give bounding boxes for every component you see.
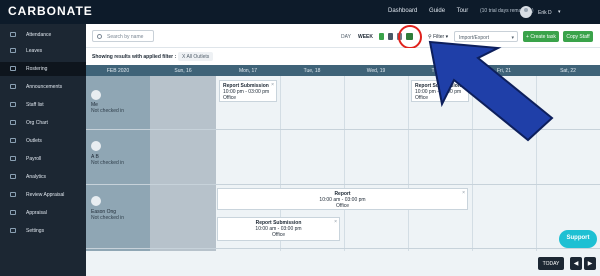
- day-column: [472, 76, 473, 251]
- next-week-button[interactable]: ▶: [584, 257, 596, 270]
- sidebar-item-settings[interactable]: Settings: [0, 224, 86, 238]
- star-icon: [10, 192, 16, 197]
- sidebar-item-outlets[interactable]: Outlets: [0, 134, 86, 148]
- gear-icon: [10, 228, 16, 233]
- shift-card[interactable]: × Report Submission 10:00 pm - 03:00 pm …: [219, 80, 277, 102]
- money-icon: [10, 156, 16, 161]
- filter-chip-all-outlets[interactable]: X All Outlets: [178, 52, 214, 61]
- calendar-header: FEB 2020 Sun, 16 Mon, 17 Tue, 18 Wed, 19…: [86, 65, 600, 76]
- sidebar-item-payroll[interactable]: Payroll: [0, 152, 86, 166]
- day-header: Thu, 20: [431, 68, 449, 74]
- day-view-button[interactable]: DAY: [341, 34, 351, 40]
- copy-staff-button[interactable]: Copy Staff: [563, 31, 593, 42]
- sidebar-item-attendance[interactable]: Attendance: [0, 28, 86, 42]
- day-column: [536, 76, 537, 251]
- chevron-down-icon[interactable]: ▾: [558, 9, 561, 15]
- row-divider: [86, 129, 600, 130]
- close-icon[interactable]: ×: [462, 190, 465, 196]
- row-divider: [86, 248, 600, 249]
- close-icon[interactable]: ×: [271, 82, 274, 88]
- sidebar-item-review-appraisal[interactable]: Review Appraisal: [0, 188, 86, 202]
- prev-week-button[interactable]: ◀: [570, 257, 582, 270]
- chart-icon: [10, 174, 16, 179]
- search-icon: [97, 34, 102, 39]
- day-header: Tue, 18: [303, 68, 321, 74]
- sidebar-item-leaves[interactable]: Leaves: [0, 44, 86, 58]
- user-avatar[interactable]: [520, 6, 532, 18]
- row-divider: [86, 184, 600, 185]
- day-header: Wed, 19: [366, 68, 386, 74]
- avatar: [91, 90, 101, 100]
- month-label: FEB 2020: [106, 68, 130, 74]
- day-header: Sat, 22: [560, 68, 576, 74]
- shift-card[interactable]: × Report Submission 10:00 am - 03:00 pm …: [217, 217, 340, 241]
- clipboard-icon: [10, 210, 16, 215]
- avatar: [91, 141, 101, 151]
- day-column: [344, 76, 345, 251]
- support-button[interactable]: Support: [559, 230, 597, 248]
- sidebar-item-announcements[interactable]: Announcements: [0, 80, 86, 94]
- day-column: [408, 76, 409, 251]
- shift-card[interactable]: × Report 10:00 am - 03:00 pm Office: [217, 188, 468, 210]
- sidebar-item-staff-list[interactable]: Staff list: [0, 98, 86, 112]
- sidebar-item-analytics[interactable]: Analytics: [0, 170, 86, 184]
- day-header: Sun, 16: [174, 68, 192, 74]
- sidebar-item-rostering[interactable]: Rostering: [0, 62, 86, 76]
- week-view-button[interactable]: WEEK: [358, 34, 373, 40]
- guide-link[interactable]: Guide: [429, 8, 445, 14]
- dashboard-link[interactable]: Dashboard: [388, 8, 417, 14]
- sidebar-item-appraisal[interactable]: Appraisal: [0, 206, 86, 220]
- today-button[interactable]: TODAY: [538, 257, 564, 270]
- filter-row: Showing results with applied filter : X …: [86, 48, 600, 65]
- orgchart-icon: [10, 120, 16, 125]
- shift-card[interactable]: × Report Submission 10:00 pm - 03:00 pm …: [411, 80, 469, 102]
- day-header: Fri, 21: [496, 68, 512, 74]
- import-export-dropdown[interactable]: Import/Export ▾: [454, 31, 518, 42]
- create-task-button[interactable]: + Create task: [523, 31, 559, 42]
- clock-icon: [10, 32, 16, 37]
- highlight-circle: [398, 25, 422, 49]
- top-bar: CARBONATE Dashboard Guide Tour (10 trial…: [0, 0, 600, 24]
- filter-text: Showing results with applied filter :: [92, 54, 177, 60]
- close-icon[interactable]: ×: [463, 82, 466, 88]
- sidebar: Attendance Leaves Rostering Announcement…: [0, 24, 86, 276]
- people-icon: [10, 102, 16, 107]
- roster-toolbar: Search by name DAY WEEK ⚲ Filter ▾ Impor…: [86, 24, 600, 48]
- megaphone-icon: [10, 84, 16, 89]
- roster-icon: [10, 66, 16, 71]
- document-icon[interactable]: [388, 33, 393, 40]
- store-icon: [10, 138, 16, 143]
- filter-button[interactable]: ⚲ Filter ▾: [428, 34, 448, 40]
- calendar-footer: TODAY ◀ ▶: [86, 251, 600, 276]
- brand-logo: CARBONATE: [8, 4, 93, 18]
- excel-icon[interactable]: [379, 33, 384, 40]
- search-input[interactable]: Search by name: [92, 30, 154, 42]
- avatar: [91, 196, 101, 206]
- day-header: Mon, 17: [238, 68, 258, 74]
- calendar-icon: [10, 48, 16, 53]
- user-name[interactable]: Erik D: [538, 10, 552, 16]
- roster-calendar: FEB 2020 Sun, 16 Mon, 17 Tue, 18 Wed, 19…: [86, 65, 600, 251]
- sunday-column: [150, 76, 216, 251]
- close-icon[interactable]: ×: [334, 219, 337, 225]
- employee-column: Me Not checked in A B Not checked in Eas…: [86, 76, 150, 251]
- sidebar-item-org-chart[interactable]: Org Chart: [0, 116, 86, 130]
